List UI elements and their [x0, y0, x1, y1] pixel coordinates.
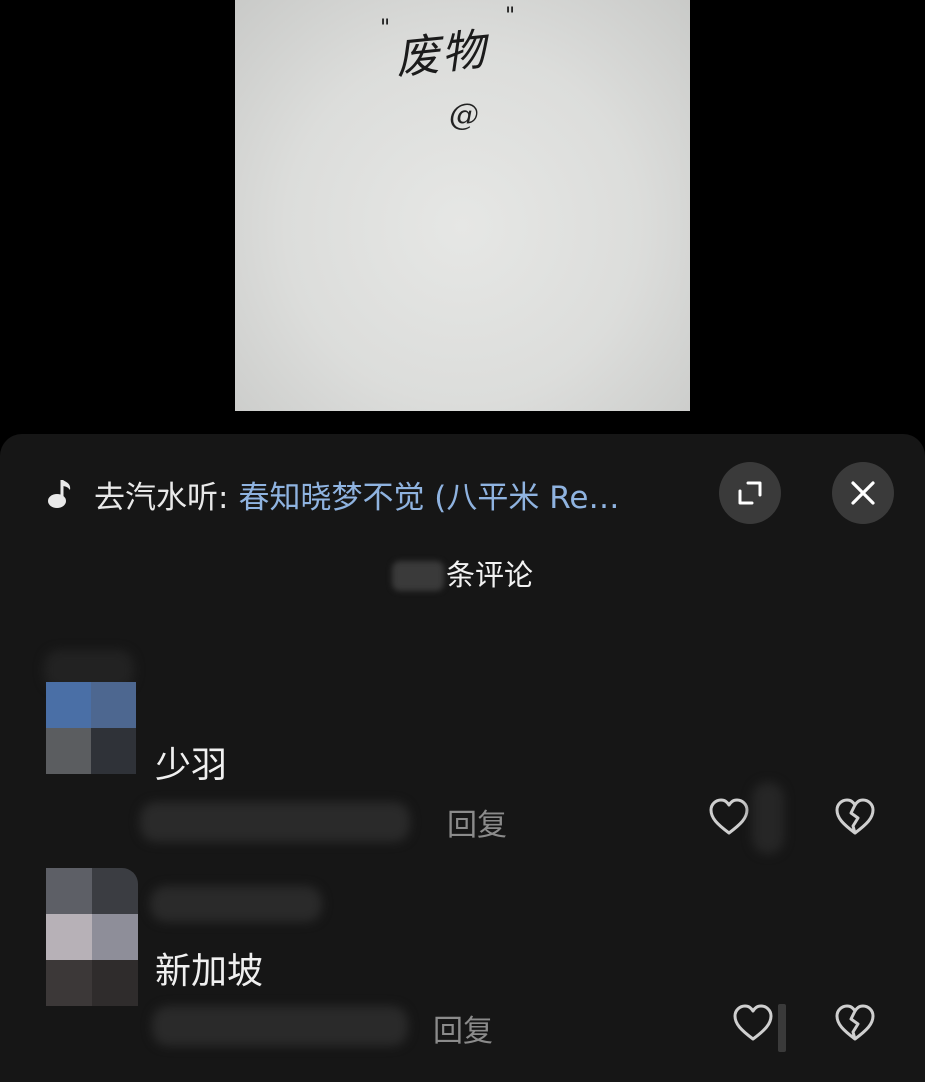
post-photo[interactable]: " " 废物 @: [235, 0, 690, 411]
reply-button[interactable]: 回复: [447, 800, 507, 844]
close-icon: [851, 481, 875, 505]
avatar[interactable]: [46, 682, 136, 774]
heart-icon[interactable]: [707, 796, 751, 840]
music-title[interactable]: 春知晓梦不觉 (八平米 Re…: [238, 472, 619, 517]
music-note-icon: [44, 476, 80, 512]
comment-username[interactable]: 新加坡: [155, 942, 263, 994]
redacted-comment-text: [150, 886, 322, 922]
photo-handwriting-mark: @: [449, 98, 479, 133]
music-link[interactable]: 去汽水听: 春知晓梦不觉 (八平米 Re…: [44, 472, 704, 516]
expand-button[interactable]: [719, 462, 781, 524]
comment-count-label: 条评论: [445, 558, 533, 592]
comment-username[interactable]: 少羽: [155, 736, 227, 788]
broken-heart-icon[interactable]: [833, 796, 877, 840]
comment-item: 少羽 回复: [0, 640, 925, 870]
expand-icon: [738, 481, 762, 505]
redacted-comment-meta: [152, 1006, 408, 1046]
broken-heart-icon[interactable]: [833, 1002, 877, 1046]
heart-icon[interactable]: [731, 1002, 775, 1046]
comment-item: 新加坡 回复: [0, 866, 925, 1082]
photo-handwriting: 废物: [393, 24, 490, 85]
close-button[interactable]: [832, 462, 894, 524]
media-area: " " 废物 @: [0, 0, 925, 440]
redacted-count: [391, 561, 444, 591]
comment-count: 条评论: [0, 552, 925, 594]
reply-button[interactable]: 回复: [433, 1006, 493, 1050]
redacted-comment-meta: [140, 802, 410, 842]
music-prefix: 去汽水听:: [94, 479, 229, 516]
avatar[interactable]: [46, 868, 138, 1006]
